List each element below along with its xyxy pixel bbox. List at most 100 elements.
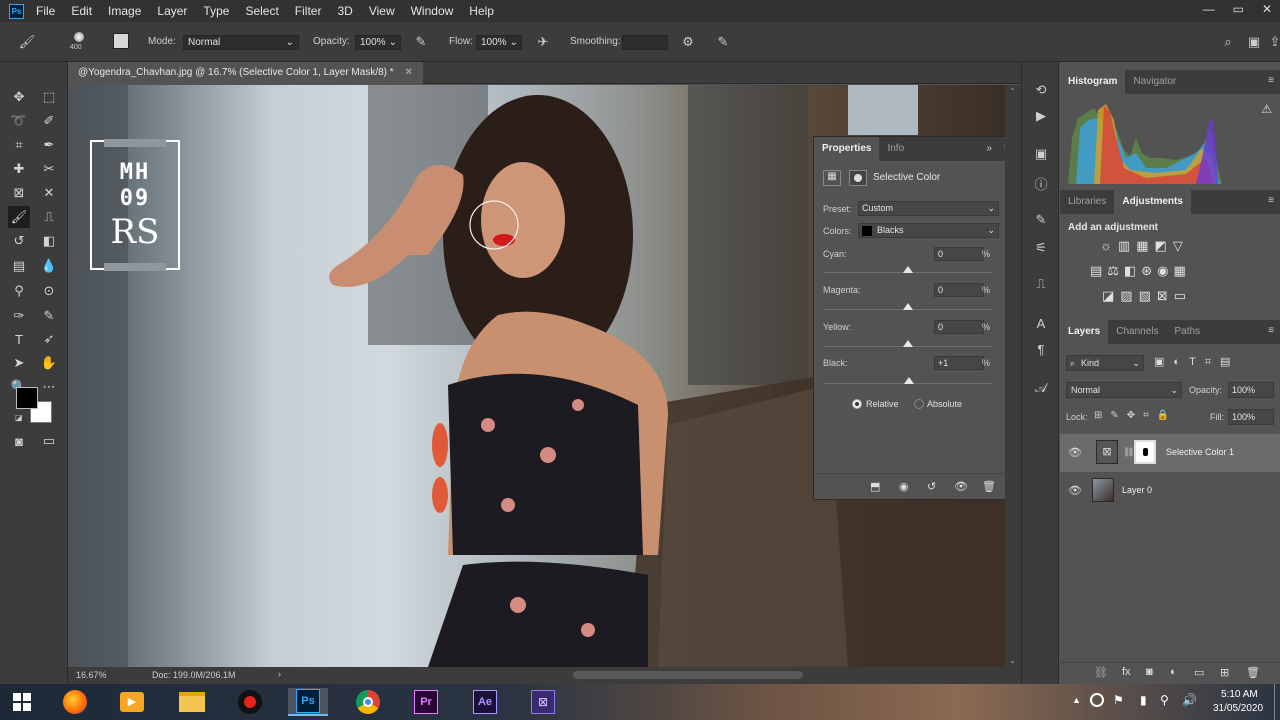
scroll-up-icon[interactable]: ⌃ (1009, 87, 1016, 96)
close-tab-icon[interactable]: ✕ (404, 67, 412, 78)
tab-histogram[interactable]: Histogram (1060, 70, 1126, 94)
freeform-pen-tool-icon[interactable]: ✎ (38, 305, 60, 327)
new-layer-icon[interactable]: ⊞ (1220, 666, 1229, 679)
crop-tool-icon[interactable]: ⌗ (8, 134, 30, 156)
tab-info[interactable]: Info (879, 137, 912, 161)
curves-icon[interactable]: ▦ (1136, 238, 1154, 253)
menu-filter[interactable]: Filter (295, 4, 322, 18)
file-explorer-taskbar-icon[interactable] (172, 688, 212, 716)
type-filter-icon[interactable]: T (1189, 356, 1205, 368)
yellow-value[interactable]: 0 (934, 320, 984, 334)
volume-icon[interactable]: 🔊 (1182, 693, 1197, 707)
view-previous-icon[interactable]: ◉ (899, 480, 909, 493)
menu-layer[interactable]: Layer (157, 4, 187, 18)
tab-paths[interactable]: Paths (1167, 320, 1209, 344)
vibrance-icon[interactable]: ▽ (1173, 238, 1189, 253)
frame-tool-icon[interactable]: ⊠ (8, 182, 30, 204)
history-brush-tool-icon[interactable]: ↺ (8, 230, 30, 252)
lock-all-icon[interactable]: 🔒 (1157, 410, 1177, 421)
new-adjustment-icon[interactable]: ◐ (1170, 666, 1177, 678)
menu-image[interactable]: Image (108, 4, 141, 18)
absolute-radio[interactable] (914, 399, 924, 409)
other-app-taskbar-icon[interactable]: ⊠ (523, 688, 563, 716)
blend-mode-select[interactable]: Normal ⌄ (1066, 382, 1182, 398)
menu-edit[interactable]: Edit (71, 4, 92, 18)
layer-opacity-field[interactable]: 100% (1228, 382, 1274, 398)
pressure-opacity-icon[interactable]: ✎ (412, 34, 430, 50)
premiere-taskbar-icon[interactable]: Pr (406, 688, 446, 716)
eraser-tool-icon[interactable]: ◧ (38, 230, 60, 252)
color-balance-icon[interactable]: ⚖ (1107, 263, 1124, 278)
adjustment-filter-icon[interactable]: ◐ (1173, 356, 1189, 368)
menu-view[interactable]: View (369, 4, 395, 18)
fill-field[interactable]: 100% (1228, 409, 1274, 425)
gear-icon[interactable]: ⚙ (679, 34, 697, 50)
panel-menu-icon[interactable]: ≡ (1268, 325, 1274, 336)
brush-settings-icon[interactable]: ✎ (1031, 212, 1051, 230)
workspace-icon[interactable]: ▣ (1245, 34, 1263, 50)
clone-source-icon[interactable]: ⎍ (1031, 276, 1051, 294)
add-mask-icon[interactable]: ◙ (1146, 666, 1153, 678)
tab-properties[interactable]: Properties (814, 137, 880, 161)
glyphs-icon[interactable]: 𝒜 (1031, 380, 1051, 398)
history-icon[interactable]: ⟲ (1031, 82, 1051, 100)
smoothing-field[interactable] (622, 35, 668, 50)
menu-type[interactable]: Type (203, 4, 229, 18)
photo-filter-icon[interactable]: ⊛ (1141, 263, 1157, 278)
exposure-icon[interactable]: ◩ (1155, 238, 1173, 253)
layer-mask-thumbnail[interactable] (1134, 440, 1156, 464)
info-icon[interactable]: ⓘ (1031, 174, 1051, 192)
visibility-eye-icon[interactable]: 👁 (1068, 446, 1082, 459)
mask-icon[interactable] (849, 170, 867, 186)
character-icon[interactable]: A (1031, 316, 1051, 334)
search-icon[interactable]: ⌕ (1219, 34, 1237, 50)
menu-window[interactable]: Window (411, 4, 454, 18)
tab-adjustments[interactable]: Adjustments (1114, 190, 1191, 214)
airbrush-icon[interactable]: ✈ (534, 34, 552, 50)
clone-stamp-tool-icon[interactable]: ⎍ (38, 206, 60, 228)
layer-name[interactable]: Layer 0 (1122, 485, 1152, 495)
quick-mask-icon[interactable]: ◙ (8, 430, 30, 452)
black-white-icon[interactable]: ◧ (1124, 263, 1141, 278)
trash-icon[interactable]: 🗑 (982, 480, 996, 493)
battery-icon[interactable]: ▮ (1140, 693, 1147, 707)
clock-time[interactable]: 5:10 AM (1221, 689, 1258, 700)
posterize-icon[interactable]: ▨ (1120, 288, 1138, 303)
restore-button[interactable]: ▭ (1233, 2, 1244, 16)
scroll-down-icon[interactable]: ⌄ (1009, 656, 1016, 665)
vertical-scrollbar[interactable]: ⌃ ⌄ (1005, 85, 1021, 667)
lock-position-icon[interactable]: ✥ (1127, 410, 1143, 421)
direct-select-tool-icon[interactable]: ➤ (8, 352, 30, 374)
lasso-tool-icon[interactable]: ➰ (8, 110, 30, 132)
more-tools-icon[interactable]: ⋯ (38, 376, 60, 398)
brush-tool-icon[interactable]: 🖌 (18, 34, 36, 50)
pixel-filter-icon[interactable]: ▣ (1154, 356, 1173, 368)
gradient-map-icon[interactable]: ▭ (1174, 288, 1192, 303)
panel-menu-icon[interactable]: ≡ (1268, 195, 1274, 206)
lock-transparent-icon[interactable]: ⊞ (1094, 410, 1110, 421)
brightness-contrast-icon[interactable]: ☼ (1100, 238, 1118, 253)
path-select-tool-icon[interactable]: ➶ (38, 328, 60, 350)
clip-to-layer-icon[interactable]: ⬒ (870, 480, 880, 493)
magenta-value[interactable]: 0 (934, 283, 984, 297)
status-menu-arrow[interactable]: › (278, 669, 281, 679)
windows-start-button[interactable] (2, 688, 42, 716)
invert-icon[interactable]: ◪ (1102, 288, 1120, 303)
black-value[interactable]: +1 (934, 356, 984, 370)
record-tray-icon[interactable] (1090, 693, 1104, 707)
hand-tool-icon[interactable]: ✋ (38, 352, 60, 374)
dodge-tool-icon[interactable]: ⚲ (8, 280, 30, 302)
network-icon[interactable]: ⚲ (1160, 693, 1169, 707)
move-tool-icon[interactable]: ✥ (8, 86, 30, 108)
document-tab[interactable]: @Yogendra_Chavhan.jpg @ 16.7% (Selective… (68, 62, 423, 84)
cyan-slider-thumb[interactable] (903, 266, 913, 273)
menu-help[interactable]: Help (469, 4, 494, 18)
tab-libraries[interactable]: Libraries (1060, 190, 1114, 214)
color-lookup-icon[interactable]: ▦ (1174, 263, 1191, 278)
layer-filter-select[interactable]: ⌕ Kind ⌄ (1066, 355, 1144, 371)
visibility-eye-icon[interactable]: 👁 (954, 480, 968, 493)
lock-image-icon[interactable]: ✎ (1110, 410, 1126, 421)
show-desktop-button[interactable] (1274, 684, 1280, 720)
media-player-taskbar-icon[interactable]: ▶ (112, 688, 152, 716)
sponge-tool-icon[interactable]: ⊙ (38, 280, 60, 302)
